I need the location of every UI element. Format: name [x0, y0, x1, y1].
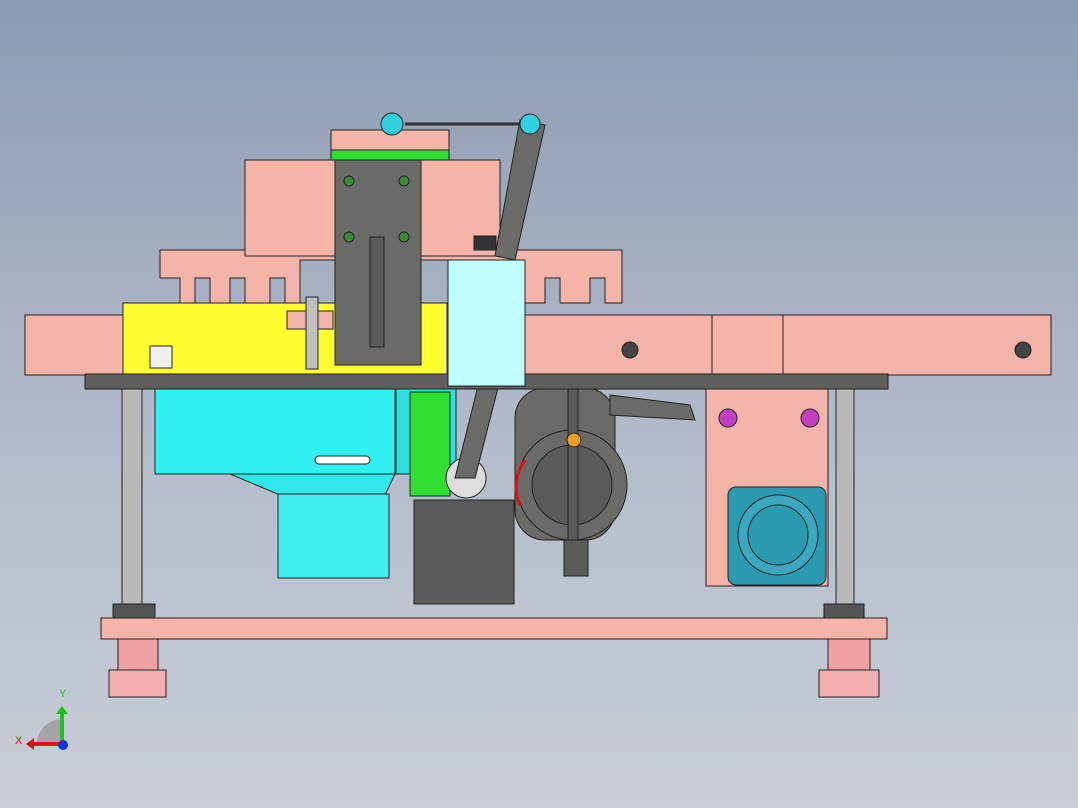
axis-triad: Y X: [15, 688, 68, 750]
z-axis-dot: [58, 740, 68, 750]
cad-viewport[interactable]: Y X: [0, 0, 1078, 808]
y-arrow-head: [56, 706, 68, 714]
x-arrow-head: [26, 738, 34, 750]
triad-arc: [37, 719, 62, 744]
y-axis-label: Y: [59, 688, 67, 700]
x-axis-label: X: [15, 735, 23, 747]
